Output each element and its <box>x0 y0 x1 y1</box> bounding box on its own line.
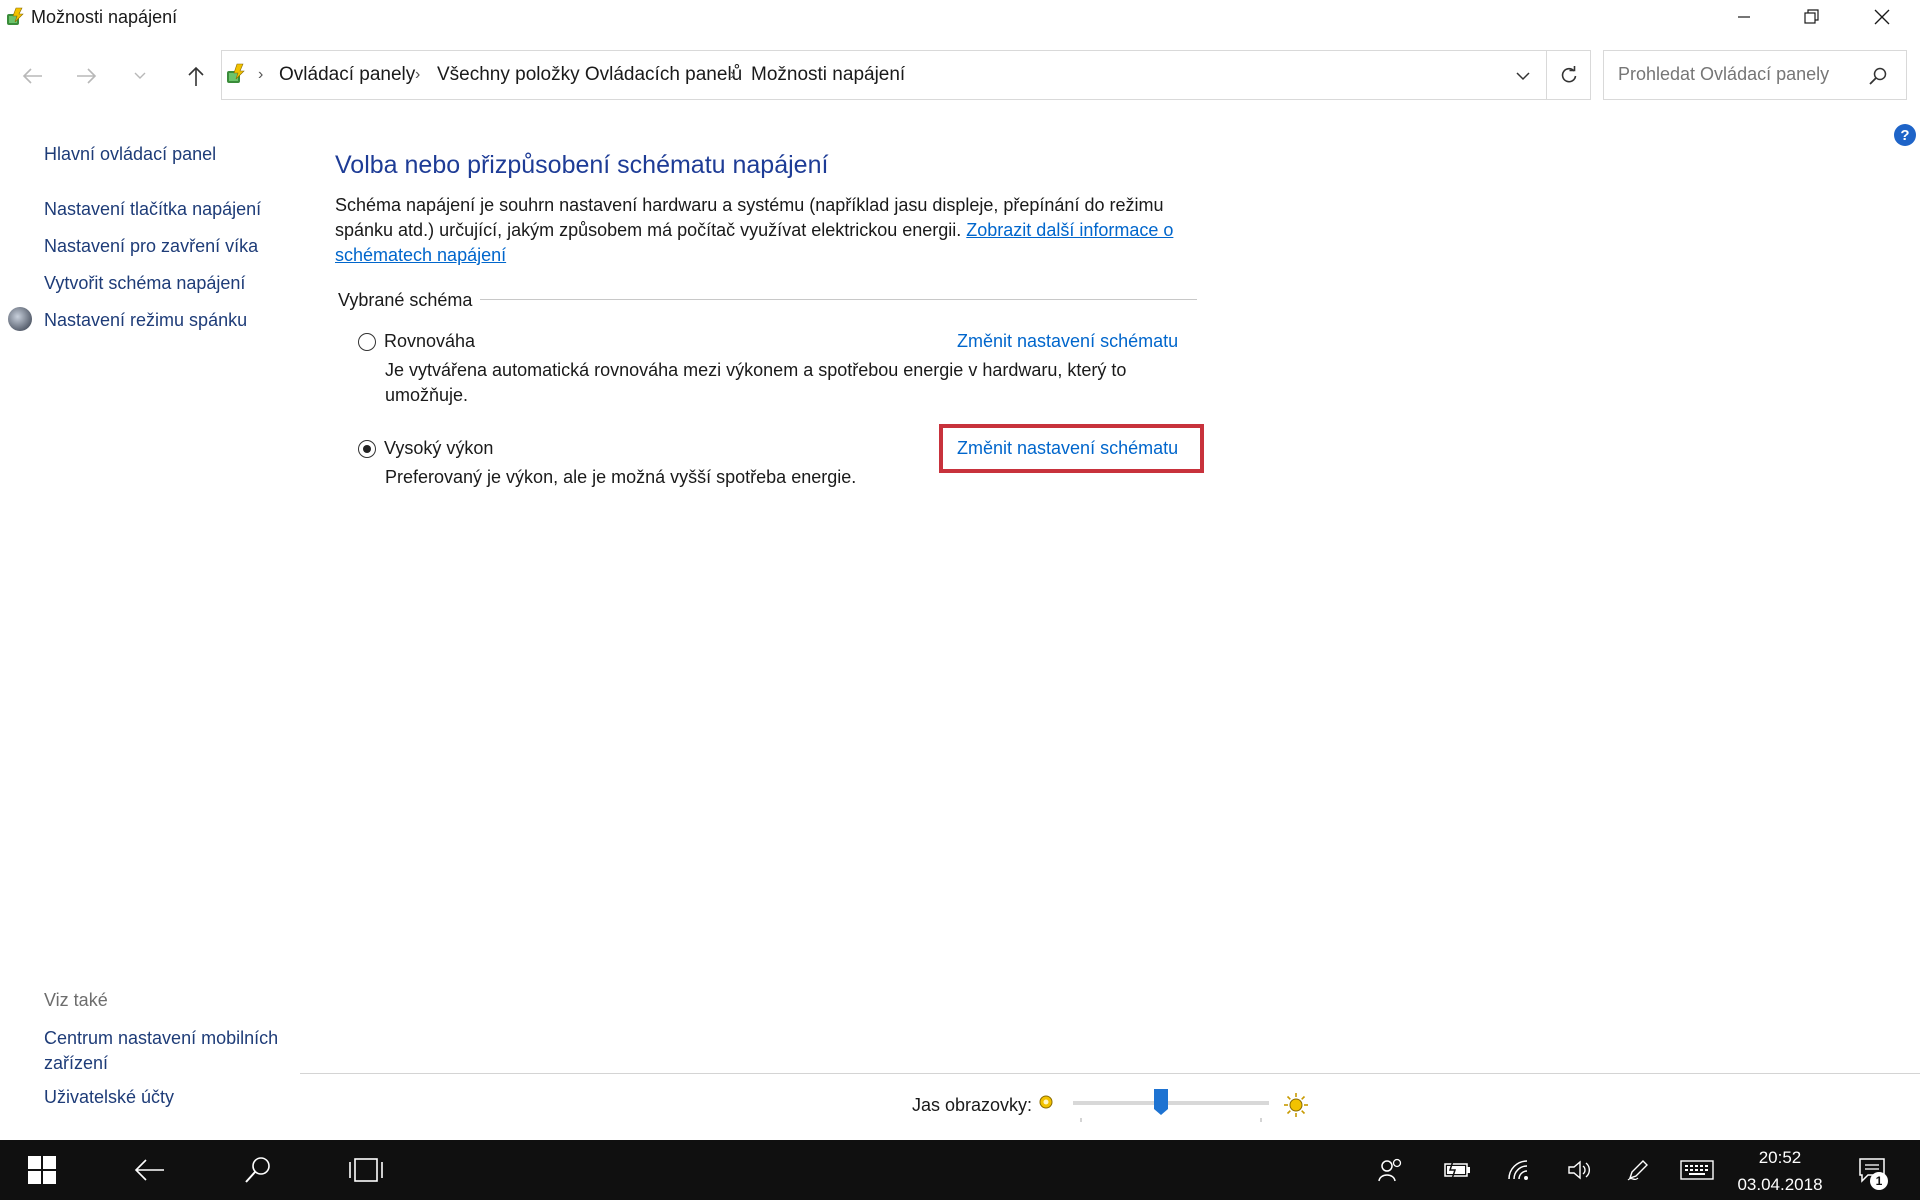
refresh-button[interactable] <box>1546 50 1591 100</box>
taskbar-clock[interactable]: 20:52 03.04.2018 <box>1720 1144 1840 1198</box>
breadcrumb-chevron-icon[interactable]: › <box>415 66 420 84</box>
task-view-button[interactable] <box>348 1152 384 1188</box>
radio-selected-dot <box>362 444 371 453</box>
restore-icon <box>1804 9 1819 24</box>
restore-button[interactable] <box>1778 0 1846 34</box>
battery-charging-icon <box>1444 1161 1470 1179</box>
breadcrumb-power-options[interactable]: Možnosti napájení <box>751 64 905 86</box>
shield-sleep-icon <box>8 307 32 331</box>
search-icon[interactable] <box>1868 66 1888 86</box>
close-icon <box>1874 9 1890 25</box>
sidebar-item-lid-close-settings[interactable]: Nastavení pro zavření víka <box>44 236 258 257</box>
task-view-icon <box>349 1158 383 1182</box>
power-options-icon <box>7 7 24 25</box>
brightness-high-icon <box>1284 1093 1308 1117</box>
forward-button[interactable] <box>68 58 104 94</box>
sidebar-item-sleep-settings[interactable]: Nastavení režimu spánku <box>44 310 247 331</box>
sidebar-item-create-power-plan[interactable]: Vytvořit schéma napájení <box>44 273 245 294</box>
brightness-low-icon <box>1039 1095 1053 1109</box>
brightness-slider-thumb[interactable] <box>1154 1089 1169 1115</box>
breadcrumb-all-items[interactable]: Všechny položky Ovládacích panelů <box>437 64 742 86</box>
breadcrumb-chevron-icon[interactable]: › <box>258 66 263 84</box>
see-also-user-accounts[interactable]: Uživatelské účty <box>44 1087 174 1108</box>
plan-radio-balanced[interactable] <box>358 333 376 351</box>
sidebar-home-link[interactable]: Hlavní ovládací panel <box>44 144 216 165</box>
clock-time: 20:52 <box>1758 1148 1802 1167</box>
brightness-label: Jas obrazovky: <box>912 1095 1033 1115</box>
close-button[interactable] <box>1848 0 1916 34</box>
help-icon[interactable]: ? <box>1894 124 1916 146</box>
see-also-mobility-center[interactable]: Centrum nastavení mobilních zařízení <box>44 1026 284 1076</box>
network-button[interactable] <box>1502 1152 1538 1188</box>
chevron-down-icon <box>1516 71 1530 80</box>
start-button[interactable] <box>24 1152 60 1188</box>
windows-logo-icon <box>28 1156 56 1184</box>
address-dropdown-button[interactable] <box>1508 62 1538 90</box>
page-title: Volba nebo přizpůsobení schématu napájen… <box>335 151 829 179</box>
battery-button[interactable] <box>1439 1152 1475 1188</box>
title-bar: Možnosti napájení <box>0 0 1920 36</box>
arrow-left-icon <box>22 68 42 84</box>
minimize-button[interactable] <box>1710 0 1778 34</box>
plan-description-high-performance: Preferovaný je výkon, ale je možná vyšší… <box>385 467 857 487</box>
arrow-right-icon <box>77 68 97 84</box>
see-also-heading: Viz také <box>44 990 108 1010</box>
volume-button[interactable] <box>1562 1152 1598 1188</box>
back-button[interactable] <box>15 58 51 94</box>
people-button[interactable] <box>1373 1152 1409 1188</box>
breadcrumb-control-panel[interactable]: Ovládací panely <box>279 64 415 86</box>
up-button[interactable] <box>178 58 214 94</box>
minimize-icon <box>1738 16 1750 18</box>
control-panel-icon <box>227 63 245 83</box>
speaker-icon <box>1568 1160 1590 1180</box>
window-title: Možnosti napájení <box>31 7 178 27</box>
plan-name-high-performance[interactable]: Vysoký výkon <box>384 438 493 459</box>
sidebar-item-power-button-settings[interactable]: Nastavení tlačítka napájení <box>44 199 261 220</box>
bottom-divider <box>300 1073 1920 1074</box>
plan-name-balanced[interactable]: Rovnováha <box>384 331 475 352</box>
brightness-slider-track[interactable] <box>1073 1101 1269 1105</box>
recent-locations-button[interactable] <box>122 58 158 94</box>
plan-radio-high-performance[interactable] <box>358 440 376 458</box>
slider-ticks <box>1080 1118 1262 1122</box>
pen-icon <box>1627 1160 1648 1181</box>
address-bar[interactable] <box>221 50 1591 100</box>
people-icon <box>1378 1158 1402 1182</box>
change-plan-settings-link-balanced[interactable]: Změnit nastavení schématu <box>957 331 1178 352</box>
pen-workspace-button[interactable] <box>1620 1152 1656 1188</box>
taskbar-search-button[interactable] <box>240 1152 276 1188</box>
search-input[interactable] <box>1616 63 1860 86</box>
plan-description-balanced: Je vytvářena automatická rovnováha mezi … <box>385 360 1127 405</box>
search-icon <box>245 1157 270 1183</box>
touch-keyboard-button[interactable] <box>1679 1152 1715 1188</box>
arrow-left-icon <box>134 1159 164 1181</box>
notification-count-badge: 1 <box>1870 1172 1888 1190</box>
taskbar-back-button[interactable] <box>132 1152 168 1188</box>
page-description: Schéma napájení je souhrn nastavení hard… <box>335 193 1215 268</box>
keyboard-icon <box>1680 1160 1714 1180</box>
wifi-icon <box>1508 1160 1528 1180</box>
clock-date: 03.04.2018 <box>1737 1175 1823 1194</box>
arrow-up-icon <box>188 66 204 86</box>
breadcrumb-chevron-icon[interactable]: › <box>730 66 735 84</box>
chevron-down-icon <box>134 72 146 79</box>
selected-plan-group-label: Vybrané schéma <box>338 290 481 311</box>
refresh-icon <box>1561 66 1576 83</box>
search-box[interactable] <box>1603 50 1907 100</box>
